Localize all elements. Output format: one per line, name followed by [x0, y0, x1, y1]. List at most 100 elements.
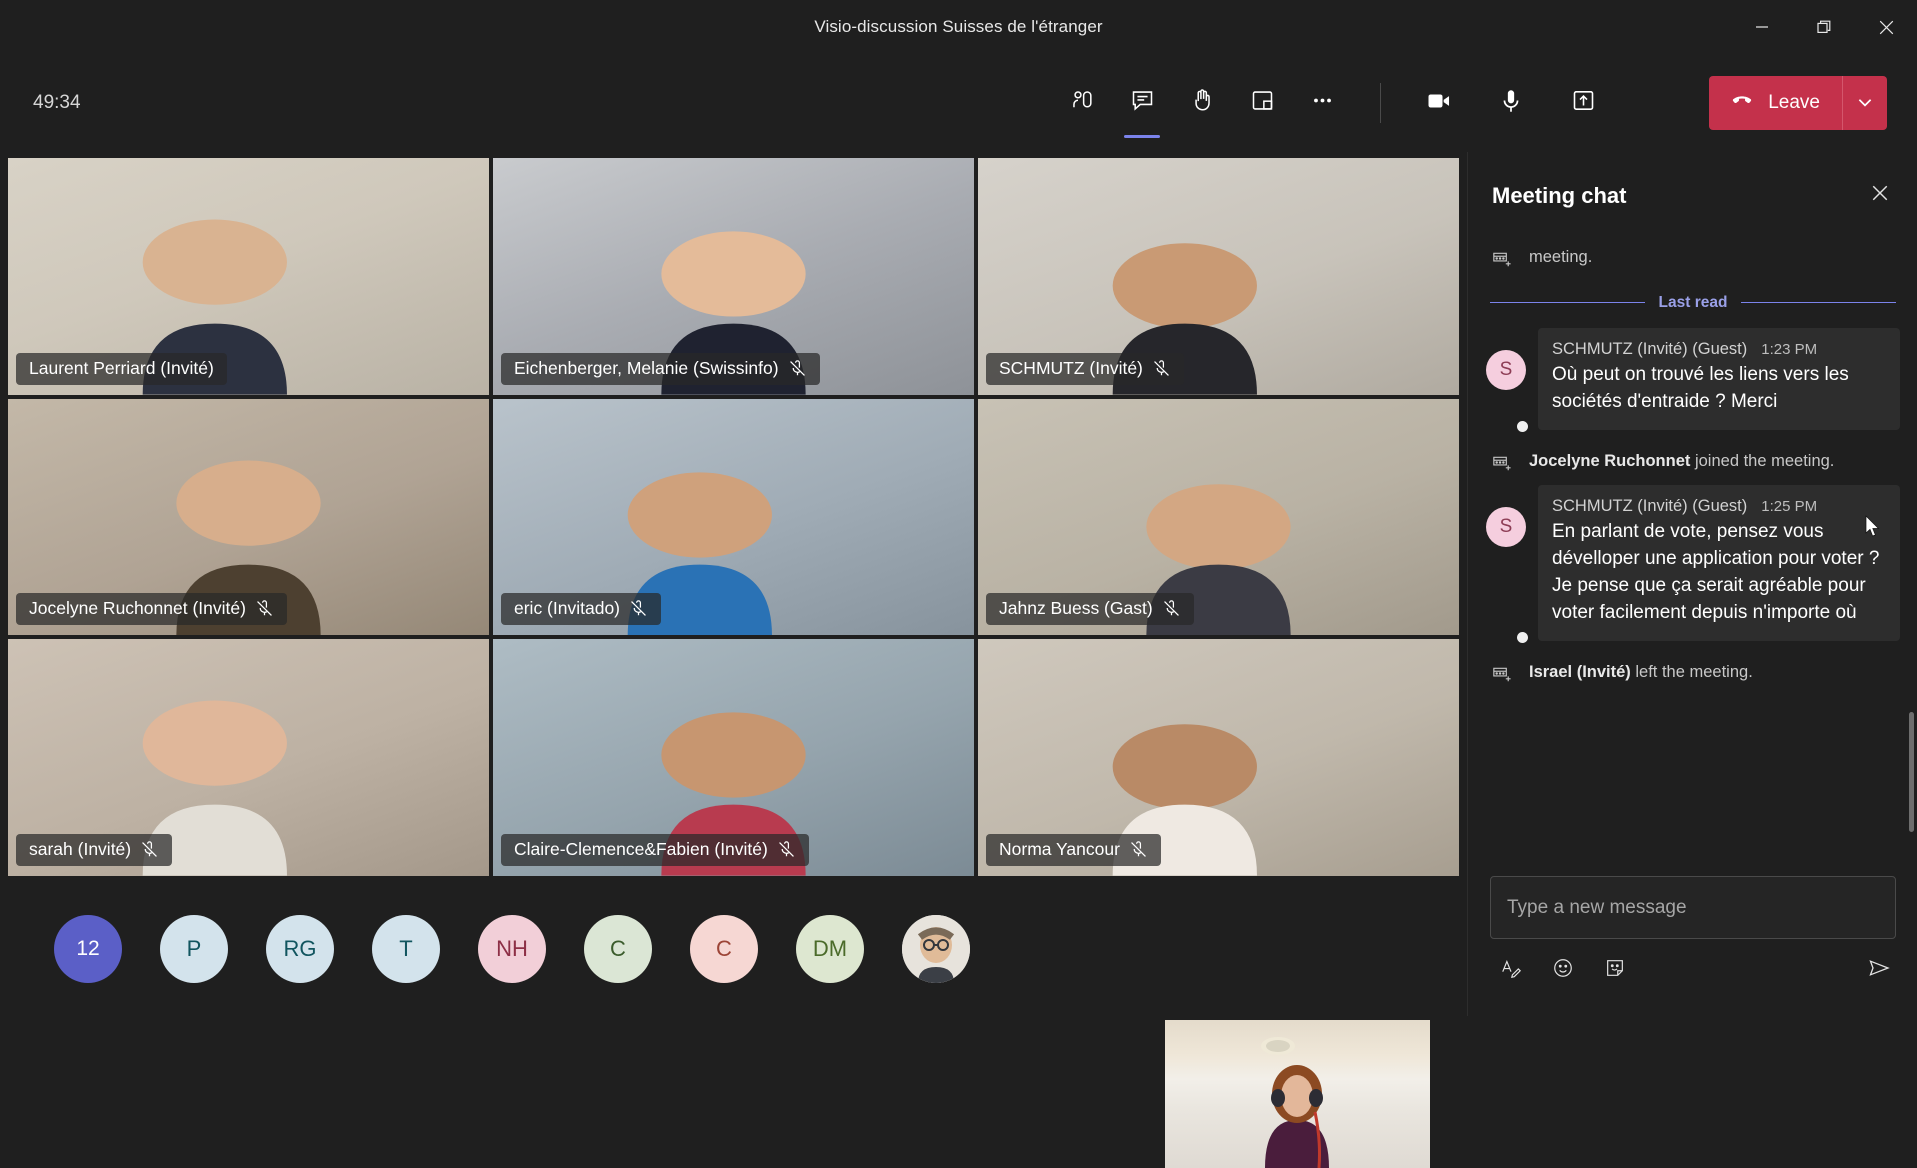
mic-muted-icon — [1152, 359, 1171, 378]
overflow-count-avatar[interactable]: 12 — [54, 915, 122, 983]
mic-muted-icon — [777, 840, 796, 859]
presence-indicator — [1515, 630, 1530, 646]
breakout-rooms-icon — [1249, 87, 1276, 119]
system-message-text: Jocelyne Ruchonnet joined the meeting. — [1529, 451, 1835, 470]
microphone-button[interactable] — [1481, 75, 1541, 131]
calendar-add-icon — [1490, 452, 1513, 482]
chat-message-list[interactable]: meeting. Last read S SCHMUTZ (Invité) (G… — [1468, 240, 1917, 862]
video-tile[interactable]: Norma Yancour — [978, 639, 1459, 876]
chevron-down-icon — [1856, 93, 1874, 114]
leave-options-button[interactable] — [1842, 76, 1887, 130]
participant-avatar-c2[interactable]: C — [690, 915, 758, 983]
mic-muted-icon — [629, 599, 648, 618]
mic-muted-icon — [788, 359, 807, 378]
avatar-initials: P — [186, 936, 202, 961]
message-sender: SCHMUTZ (Invité) (Guest) — [1552, 339, 1748, 358]
chat-message[interactable]: S SCHMUTZ (Invité) (Guest) 1:23 PM Où pe… — [1486, 327, 1900, 434]
avatar: S — [1486, 485, 1538, 646]
chat-compose-area — [1468, 862, 1917, 1016]
chat-button[interactable] — [1112, 75, 1172, 138]
more-actions-button[interactable] — [1292, 75, 1352, 131]
chat-message[interactable]: S SCHMUTZ (Invité) (Guest) 1:25 PM En pa… — [1486, 485, 1900, 646]
participant-name-badge: Norma Yancour — [986, 834, 1161, 866]
video-tile[interactable]: Claire-Clemence&Fabien (Invité) — [493, 639, 974, 876]
avatar-initials: S — [1486, 507, 1526, 548]
compose-actions — [1490, 953, 1896, 987]
format-button[interactable] — [1494, 953, 1528, 987]
message-bubble: SCHMUTZ (Invité) (Guest) 1:25 PM En parl… — [1538, 485, 1900, 642]
avatar: S — [1486, 328, 1538, 434]
participant-avatar-c1[interactable]: C — [584, 915, 652, 983]
people-button[interactable] — [1052, 75, 1112, 131]
participant-name: SCHMUTZ (Invité) — [999, 357, 1143, 378]
participant-roster-strip: 12 P RG T NH C C DM — [0, 882, 1467, 1016]
message-input[interactable] — [1507, 896, 1879, 919]
message-text: En parlant de vote, pensez vous dévellop… — [1552, 521, 1880, 624]
microphone-icon — [1497, 87, 1525, 120]
participant-name-badge: eric (Invitado) — [501, 593, 662, 626]
toolbar-divider — [1380, 83, 1381, 123]
raise-hand-icon — [1189, 87, 1216, 119]
mic-muted-icon — [140, 840, 159, 859]
system-message-actor: Jocelyne Ruchonnet — [1529, 451, 1691, 470]
window-controls — [1731, 0, 1917, 54]
video-tile[interactable]: Jahnz Buess (Gast) — [978, 398, 1459, 636]
leave-button[interactable]: Leave — [1709, 76, 1842, 130]
participant-name-badge: sarah (Invité) — [16, 834, 173, 866]
video-tile[interactable]: Eichenberger, Melanie (Swissinfo) — [493, 158, 974, 395]
participant-avatar-t[interactable]: T — [372, 915, 440, 983]
divider-line-right — [1741, 302, 1897, 304]
participant-name-badge: Laurent Perriard (Invité) — [16, 352, 227, 385]
avatar-initials: RG — [283, 936, 317, 961]
mic-muted-icon — [1162, 599, 1181, 618]
video-tile[interactable]: Jocelyne Ruchonnet (Invité) — [8, 398, 489, 636]
avatar-photo — [902, 915, 970, 983]
avatar-initials: C — [716, 936, 732, 961]
emoji-icon — [1552, 957, 1574, 984]
presence-indicator — [1515, 418, 1530, 434]
close-chat-button[interactable] — [1863, 178, 1897, 212]
raise-hand-button[interactable] — [1172, 75, 1232, 131]
toolbar-button-group — [1052, 75, 1613, 138]
window-title-bar: Visio-discussion Suisses de l'étranger — [0, 0, 1917, 54]
rooms-button[interactable] — [1232, 75, 1292, 131]
sticker-button[interactable] — [1598, 953, 1632, 987]
message-text: Où peut on trouvé les liens vers les soc… — [1552, 363, 1849, 412]
hangup-icon — [1729, 87, 1755, 119]
message-timestamp: 1:23 PM — [1761, 340, 1818, 358]
send-icon — [1867, 956, 1891, 985]
send-button[interactable] — [1862, 953, 1896, 987]
sticker-icon — [1604, 957, 1626, 984]
participant-name-badge: Eichenberger, Melanie (Swissinfo) — [501, 352, 820, 385]
avatar-initials: T — [399, 936, 413, 961]
message-timestamp: 1:25 PM — [1761, 498, 1818, 516]
video-tile[interactable]: eric (Invitado) — [493, 398, 974, 636]
more-ellipsis-icon — [1309, 87, 1336, 119]
compose-box[interactable] — [1490, 876, 1896, 939]
video-tile[interactable]: sarah (Invité) — [8, 639, 489, 876]
video-tile[interactable]: Laurent Perriard (Invité) — [8, 158, 489, 395]
participant-avatar-nh[interactable]: NH — [478, 915, 546, 983]
camera-button[interactable] — [1409, 75, 1469, 131]
share-screen-icon — [1570, 87, 1597, 119]
meeting-chat-panel: Meeting chat meeting. Last read S SCHMUT… — [1467, 152, 1917, 1016]
participant-name: sarah (Invité) — [29, 839, 132, 859]
participant-avatar-photo[interactable] — [902, 915, 970, 983]
emoji-button[interactable] — [1546, 953, 1580, 987]
participant-name: Jocelyne Ruchonnet (Invité) — [29, 598, 246, 619]
divider-line-left — [1490, 302, 1645, 304]
participant-name: Jahnz Buess (Gast) — [999, 598, 1153, 619]
chat-scrollbar[interactable] — [1909, 712, 1914, 832]
self-view-video[interactable] — [1165, 1020, 1430, 1168]
video-tile[interactable]: SCHMUTZ (Invité) — [978, 158, 1459, 395]
participant-avatar-dm[interactable]: DM — [796, 915, 864, 983]
participant-name: Eichenberger, Melanie (Swissinfo) — [514, 357, 779, 378]
restore-button[interactable] — [1793, 0, 1855, 54]
minimize-button[interactable] — [1731, 0, 1793, 54]
participant-avatar-rg[interactable]: RG — [266, 915, 334, 983]
close-button[interactable] — [1855, 0, 1917, 54]
share-button[interactable] — [1553, 75, 1613, 131]
self-view-person — [1261, 1037, 1329, 1168]
participant-avatar-p[interactable]: P — [160, 915, 228, 983]
close-icon — [1871, 184, 1889, 207]
